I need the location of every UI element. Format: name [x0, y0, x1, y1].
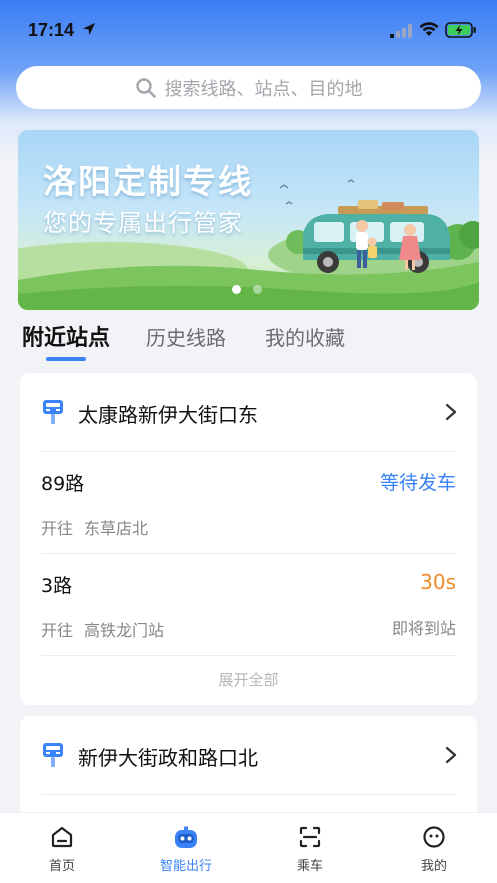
nav-smart-travel[interactable]: 智能出行	[124, 813, 248, 883]
nav-label: 我的	[420, 859, 447, 874]
tab-favorites[interactable]: 我的收藏	[265, 322, 345, 351]
stop-card: 太康路新伊大街口东 89路 等待发车 开往 东草店北 3路 30s 开往 高铁龙…	[20, 373, 477, 705]
wifi-icon	[419, 22, 439, 36]
expand-all-button[interactable]: 展开全部	[20, 669, 477, 690]
route-row[interactable]: 89路 等待发车 开往 东草店北	[20, 451, 477, 553]
nav-label: 首页	[48, 859, 75, 874]
cellular-signal-icon	[390, 24, 412, 38]
nav-ride[interactable]: 乘车	[248, 813, 372, 883]
chevron-right-icon	[445, 403, 457, 421]
route-status: 等待发车	[379, 472, 456, 494]
bus-stop-icon	[43, 400, 63, 424]
nav-home[interactable]: 首页	[0, 813, 124, 883]
stop-header[interactable]: 太康路新伊大街口东	[20, 373, 477, 451]
battery-charging-icon	[445, 22, 476, 38]
route-name: 3路	[41, 575, 73, 597]
robot-icon	[175, 826, 197, 848]
direction-label: 开往	[41, 621, 74, 640]
home-icon	[51, 826, 73, 848]
stop-card: 新伊大街政和路口北	[20, 716, 477, 826]
nav-profile[interactable]: 我的	[372, 813, 496, 883]
search-bar[interactable]: 搜索线路、站点、目的地	[16, 66, 481, 109]
bottom-navigation: 首页 智能出行 乘车 我的	[0, 812, 497, 883]
location-arrow-icon	[83, 23, 95, 35]
banner-subtitle: 您的专属出行管家	[43, 209, 243, 237]
status-bar: 17:14	[0, 0, 497, 60]
profile-icon	[423, 826, 445, 848]
stop-header[interactable]: 新伊大街政和路口北	[20, 716, 477, 794]
route-destination: 高铁龙门站	[84, 621, 165, 640]
tab-bar: 附近站点 历史线路 我的收藏	[22, 320, 482, 364]
tab-nearby-stops[interactable]: 附近站点	[22, 320, 110, 352]
scan-icon	[299, 826, 321, 848]
chevron-right-icon	[445, 746, 457, 764]
promo-banner[interactable]: 洛阳定制专线 您的专属出行管家	[18, 130, 479, 310]
search-icon	[135, 77, 156, 98]
tab-history-routes[interactable]: 历史线路	[146, 322, 226, 351]
status-time: 17:14	[28, 20, 75, 40]
search-placeholder: 搜索线路、站点、目的地	[164, 78, 363, 100]
arrival-status: 即将到站	[391, 619, 456, 638]
divider	[41, 655, 456, 656]
stop-name: 太康路新伊大街口东	[78, 403, 258, 427]
carousel-indicator	[232, 285, 262, 294]
banner-title: 洛阳定制专线	[43, 162, 253, 201]
route-row[interactable]: 3路 30s 开往 高铁龙门站 即将到站	[20, 553, 477, 655]
carousel-dot	[253, 285, 262, 294]
route-name: 89路	[41, 473, 85, 495]
nav-label: 智能出行	[159, 859, 212, 874]
direction-label: 开往	[41, 519, 74, 538]
route-destination: 东草店北	[84, 519, 149, 538]
route-status: 30s	[420, 570, 456, 594]
nav-label: 乘车	[296, 859, 323, 874]
active-tab-indicator	[46, 357, 86, 361]
carousel-dot	[232, 285, 241, 294]
bus-stop-icon	[43, 743, 63, 767]
divider	[41, 794, 456, 795]
stop-name: 新伊大街政和路口北	[78, 746, 258, 770]
